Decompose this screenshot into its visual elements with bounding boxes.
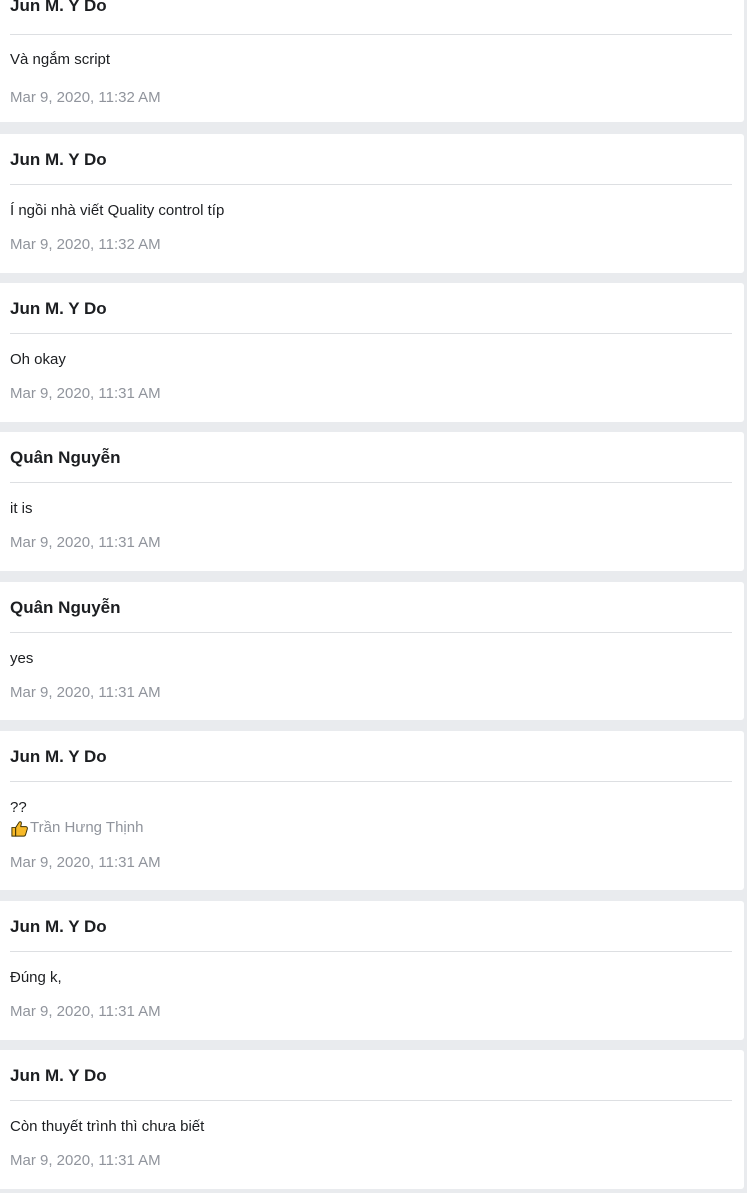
divider [10,482,732,483]
divider [10,184,732,185]
divider [10,632,732,633]
message-text: Đúng k, [10,969,62,986]
sender-name: Jun M. Y Do [10,1066,107,1085]
divider [10,1100,732,1101]
message-card: Jun M. Y Do Đúng k, Mar 9, 2020, 11:31 A… [0,901,744,1040]
thumbs-up-icon [11,820,28,837]
message-text: Oh okay [10,351,66,368]
sender-name: Quân Nguyễn [10,448,121,467]
message-card: Jun M. Y Do ?? Trần Hưng Thịnh Mar 9, 20… [0,731,744,890]
message-card: Quân Nguyễn it is Mar 9, 2020, 11:31 AM [0,432,744,571]
message-timestamp: Mar 9, 2020, 11:31 AM [10,534,161,551]
divider [10,951,732,952]
sender-name: Jun M. Y Do [10,299,107,318]
message-text: ?? [10,799,27,816]
message-timestamp: Mar 9, 2020, 11:31 AM [10,385,161,402]
message-text: Í ngồi nhà viết Quality control típ [10,202,225,219]
message-card: Jun M. Y Do Còn thuyết trình thì chưa bi… [0,1050,744,1189]
divider [10,781,732,782]
message-text: yes [10,650,34,667]
sender-name: Jun M. Y Do [10,917,107,936]
message-timestamp: Mar 9, 2020, 11:32 AM [10,236,161,253]
message-card: Quân Nguyễn yes Mar 9, 2020, 11:31 AM [0,582,744,720]
reaction-user: Trần Hưng Thịnh [30,819,144,836]
message-text: it is [10,500,33,517]
sender-name: Jun M. Y Do [10,0,107,15]
divider [10,34,732,35]
message-timestamp: Mar 9, 2020, 11:31 AM [10,854,161,871]
divider [10,333,732,334]
message-timestamp: Mar 9, 2020, 11:31 AM [10,684,161,701]
message-timestamp: Mar 9, 2020, 11:31 AM [10,1003,161,1020]
sender-name: Jun M. Y Do [10,747,107,766]
message-list: Jun M. Y Do Và ngắm script Mar 9, 2020, … [0,0,747,1193]
message-text: Còn thuyết trình thì chưa biết [10,1118,205,1135]
message-reaction[interactable]: Trần Hưng Thịnh [10,818,143,838]
sender-name: Jun M. Y Do [10,150,107,169]
message-timestamp: Mar 9, 2020, 11:31 AM [10,1152,161,1169]
sender-name: Quân Nguyễn [10,598,121,617]
message-card: Jun M. Y Do Và ngắm script Mar 9, 2020, … [0,0,744,122]
message-card: Jun M. Y Do Í ngồi nhà viết Quality cont… [0,134,744,273]
message-text: Và ngắm script [10,51,111,68]
message-card: Jun M. Y Do Oh okay Mar 9, 2020, 11:31 A… [0,283,744,422]
message-timestamp: Mar 9, 2020, 11:32 AM [10,89,161,106]
